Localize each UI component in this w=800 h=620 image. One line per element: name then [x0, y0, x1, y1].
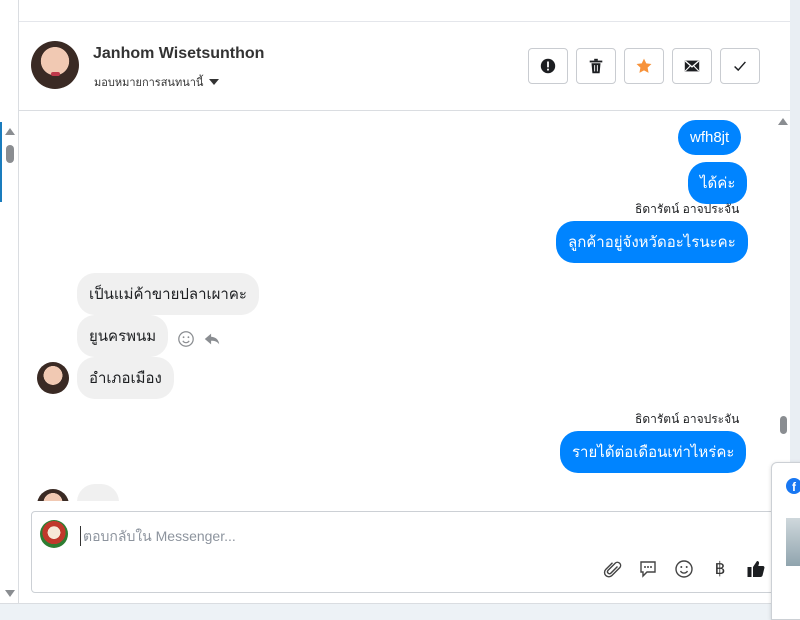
message-outgoing[interactable]: รายได้ต่อเดือนเท่าไหร่คะ — [560, 431, 747, 473]
message-incoming-partial[interactable] — [77, 484, 119, 501]
scroll-down-arrow[interactable] — [5, 590, 15, 597]
contact-avatar[interactable] — [31, 41, 79, 89]
composer-toolbar: ฿ — [602, 559, 766, 579]
header-actions — [528, 48, 760, 84]
like-button[interactable] — [746, 559, 766, 579]
conversation-header: Janhom Wisetsunthon มอบหมายการสนทนานี้ — [19, 22, 790, 111]
delete-button[interactable] — [576, 48, 616, 84]
scroll-up-arrow[interactable] — [5, 128, 15, 135]
reply-icon[interactable] — [203, 330, 221, 348]
contact-avatar-small — [37, 489, 69, 501]
thumbs-up-icon — [747, 561, 765, 577]
message-outgoing[interactable]: ได้ค่ะ — [688, 162, 748, 204]
saved-replies-button[interactable] — [638, 559, 658, 579]
paperclip-icon — [603, 561, 622, 578]
page-avatar — [40, 520, 68, 548]
message-outgoing[interactable]: wfh8jt — [678, 120, 742, 155]
mark-unread-button[interactable] — [672, 48, 712, 84]
emoji-icon — [675, 560, 693, 578]
sender-name: ธิดารัตน์ อาจประจัน — [635, 412, 740, 426]
facebook-icon: f — [786, 478, 800, 494]
star-icon — [636, 58, 652, 73]
exclamation-icon — [540, 58, 556, 74]
sender-name: ธิดารัตน์ อาจประจัน — [635, 202, 740, 216]
emoji-react-icon[interactable] — [177, 330, 195, 348]
chat-bubble-icon — [640, 561, 656, 578]
star-button[interactable] — [624, 48, 664, 84]
message-incoming[interactable]: ยูนครพนม — [77, 315, 169, 357]
envelope-icon — [684, 60, 700, 72]
trash-icon — [589, 58, 603, 74]
message-incoming[interactable]: เป็นแม่ค้าขายปลาเผาคะ — [77, 273, 259, 315]
message-thread[interactable]: wfh8jt ได้ค่ะ ธิดารัตน์ อาจประจัน ลูกค้า… — [19, 111, 771, 501]
check-icon — [734, 61, 746, 72]
contact-name[interactable]: Janhom Wisetsunthon — [93, 45, 264, 63]
message-incoming[interactable]: อำเภอเมือง — [77, 357, 174, 399]
assign-label: มอบหมายการสนทนานี้ — [94, 77, 204, 89]
footer-bar — [0, 603, 800, 620]
left-scrollbar[interactable] — [0, 0, 19, 620]
scroll-up-arrow[interactable] — [778, 118, 788, 125]
assign-conversation-dropdown[interactable]: มอบหมายการสนทนานี้ — [94, 73, 220, 91]
top-strip — [19, 0, 800, 22]
mark-done-button[interactable] — [720, 48, 760, 84]
reply-input[interactable] — [80, 526, 680, 546]
scroll-thumb[interactable] — [780, 416, 787, 434]
emoji-button[interactable] — [674, 559, 694, 579]
chevron-down-icon — [209, 79, 220, 85]
message-outgoing[interactable]: ลูกค้าอยู่จังหวัดอะไรนะคะ — [556, 221, 748, 263]
scroll-thumb[interactable] — [6, 145, 14, 163]
message-tools — [177, 330, 221, 348]
reply-composer: ฿ — [31, 511, 779, 593]
contact-avatar-small — [37, 362, 69, 394]
attach-button[interactable] — [602, 559, 622, 579]
baht-icon: ฿ — [714, 559, 726, 579]
side-popover[interactable]: f — [771, 462, 800, 620]
thread-scrollbar[interactable] — [775, 111, 790, 501]
left-accent-bar — [0, 122, 2, 202]
mark-spam-button[interactable] — [528, 48, 568, 84]
popover-thumbnail[interactable] — [786, 518, 800, 566]
payment-button[interactable]: ฿ — [710, 559, 730, 579]
